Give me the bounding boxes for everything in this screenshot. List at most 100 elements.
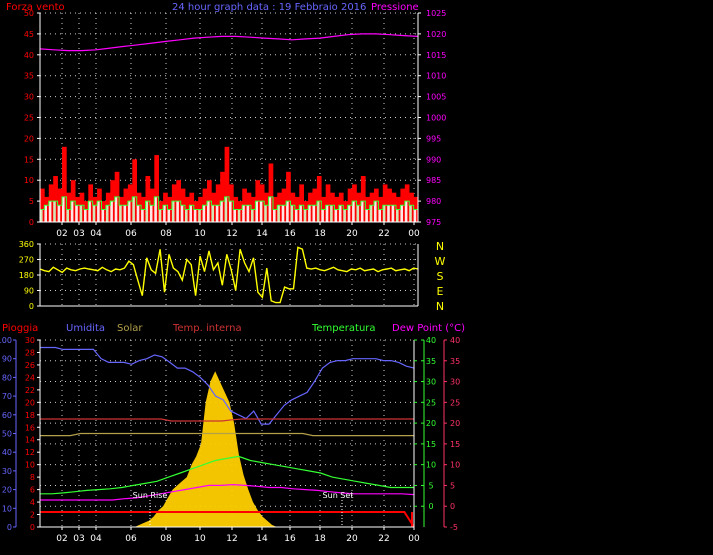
y-tick-label-wind: 20 [24,134,34,143]
y-tick-label-humidity: 90 [2,355,12,364]
wind-speed-bar [149,205,153,222]
wind-force-label: Forza vento [6,2,65,13]
y-tick-label-temperature: 0 [428,502,433,511]
y-tick-label-rain: 30 [25,336,35,345]
wind-speed-bar [237,209,241,222]
y-tick-label-humidity: 100 [0,336,12,345]
y-tick-label-pressure: 1000 [426,114,446,123]
y-tick-label-direction: 0 [29,302,34,311]
temp-internal-label: Temp. interna [172,323,242,334]
wind-speed-bar [387,205,390,222]
wind-speed-bar [290,205,294,222]
temperature-label: Temperatura [311,323,376,334]
y-tick-label-temperature: 20 [426,419,436,428]
y-tick-label-wind: 35 [24,72,34,81]
weather-graph: Forza vento 24 hour graph data : 19 Febb… [0,0,713,555]
x-tick-label: 16 [284,534,296,544]
wind-speed-bar [84,209,87,222]
y-tick-label-dewpoint: 15 [450,440,460,449]
wind-speed-bar [391,205,395,222]
x-tick-label: 02 [56,229,67,239]
humidity-label: Umidita [66,323,105,334]
y-tick-label-temperature: 25 [426,398,436,407]
x-tick-label: 20 [346,229,358,239]
x-tick-label: 22 [378,534,389,544]
compass-label: S [437,270,444,283]
wind-speed-bar [229,201,232,222]
x-tick-label: 06 [125,534,137,544]
dewpoint-label: Dew Point (°C) [392,323,465,334]
y-tick-label-dewpoint: 35 [450,357,460,366]
y-tick-label-temperature: 15 [426,440,436,449]
wind-speed-bar [413,209,417,222]
y-tick-label-temperature: 30 [426,378,436,387]
wind-speed-bar [343,209,346,222]
compass-label: N [436,300,444,313]
y-tick-label-pressure: 1010 [426,72,446,81]
y-tick-label-direction: 90 [24,287,34,296]
wind-speed-bar [321,209,324,222]
x-tick-label: 18 [314,534,326,544]
wind-speed-bar [57,205,61,222]
x-tick-label: 12 [226,534,237,544]
y-tick-label-rain: 26 [25,361,35,370]
y-tick-label-wind: 50 [24,9,34,18]
wind-speed-bar [211,205,214,222]
x-tick-label: 16 [284,229,296,239]
y-tick-label-dewpoint: 10 [450,461,460,470]
y-tick-label-humidity: 20 [2,486,12,495]
wind-speed-bar [198,209,201,222]
wind-speed-bar [79,205,83,222]
y-tick-label-rain: 18 [25,411,35,420]
y-tick-label-temperature: 40 [426,336,436,345]
y-tick-label-wind: 25 [24,114,34,123]
wind-speed-bar [167,209,171,222]
y-tick-label-direction: 360 [19,240,34,249]
y-tick-label-pressure: 990 [426,155,441,164]
x-tick-label: 02 [56,534,67,544]
wind-speed-bar [330,205,333,222]
wind-speed-bar [141,209,144,222]
wind-speed-bar [259,201,263,222]
y-tick-label-wind: 15 [24,155,34,164]
y-tick-label-humidity: 40 [2,448,12,457]
x-tick-label: 22 [378,229,389,239]
y-tick-label-pressure: 995 [426,134,441,143]
solar-label: Solar [117,323,143,334]
wind-speed-bar [75,205,78,222]
x-tick-label: 06 [125,229,137,239]
x-tick-label: 03 [73,229,84,239]
y-tick-label-rain: 2 [30,511,35,520]
rain-label: Pioggia [2,323,38,334]
y-tick-label-humidity: 50 [2,430,12,439]
wind-speed-bar [66,209,69,222]
wind-speed-bar [378,209,381,222]
y-tick-label-humidity: 60 [2,411,12,420]
y-tick-label-rain: 8 [30,473,35,482]
wind-speed-bar [185,209,188,222]
y-tick-label-wind: 5 [29,197,34,206]
y-tick-label-wind: 10 [24,176,34,185]
y-tick-label-pressure: 1005 [426,93,446,102]
y-tick-label-direction: 180 [19,271,34,280]
wind-speed-bar [294,209,298,222]
wind-speed-bar [53,201,56,222]
x-tick-label: 00 [408,534,420,544]
y-tick-label-humidity: 10 [2,504,12,513]
x-tick-label: 14 [256,534,268,544]
x-tick-label: 10 [194,534,206,544]
y-tick-label-rain: 0 [30,523,35,532]
wind-speed-bar [101,209,105,222]
x-tick-label: 18 [314,229,326,239]
y-tick-label-dewpoint: -5 [450,523,458,532]
y-tick-label-dewpoint: 25 [450,398,460,407]
wind-speed-bar [365,209,368,222]
x-tick-label: 00 [408,229,420,239]
wind-speed-bar [193,209,197,222]
x-tick-label: 20 [346,534,358,544]
y-tick-label-direction: 270 [19,256,34,265]
y-tick-label-humidity: 70 [2,392,12,401]
wind-speed-bar [409,205,412,222]
y-tick-label-pressure: 980 [426,197,441,206]
wind-speed-bar [312,205,316,222]
